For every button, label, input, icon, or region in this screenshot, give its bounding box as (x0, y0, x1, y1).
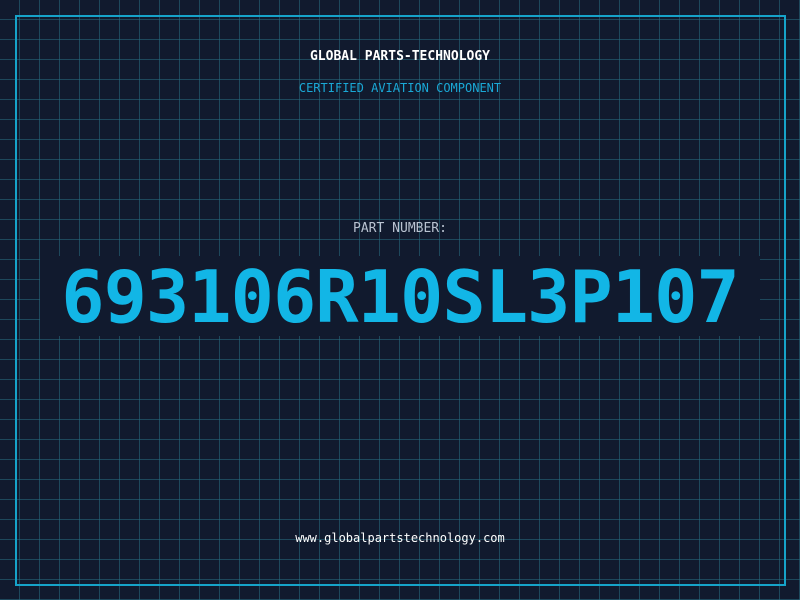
brand-title: GLOBAL PARTS-TECHNOLOGY (309, 49, 490, 64)
website-url: www.globalpartstechnology.com (295, 531, 505, 545)
part-label-card: GLOBAL PARTS-TECHNOLOGY CERTIFIED AVIATI… (0, 0, 800, 600)
part-number-value: 693106R10SL3P107 (61, 255, 740, 339)
part-number-label: PART NUMBER: (353, 221, 447, 236)
certification-subtitle: CERTIFIED AVIATION COMPONENT (298, 81, 502, 95)
